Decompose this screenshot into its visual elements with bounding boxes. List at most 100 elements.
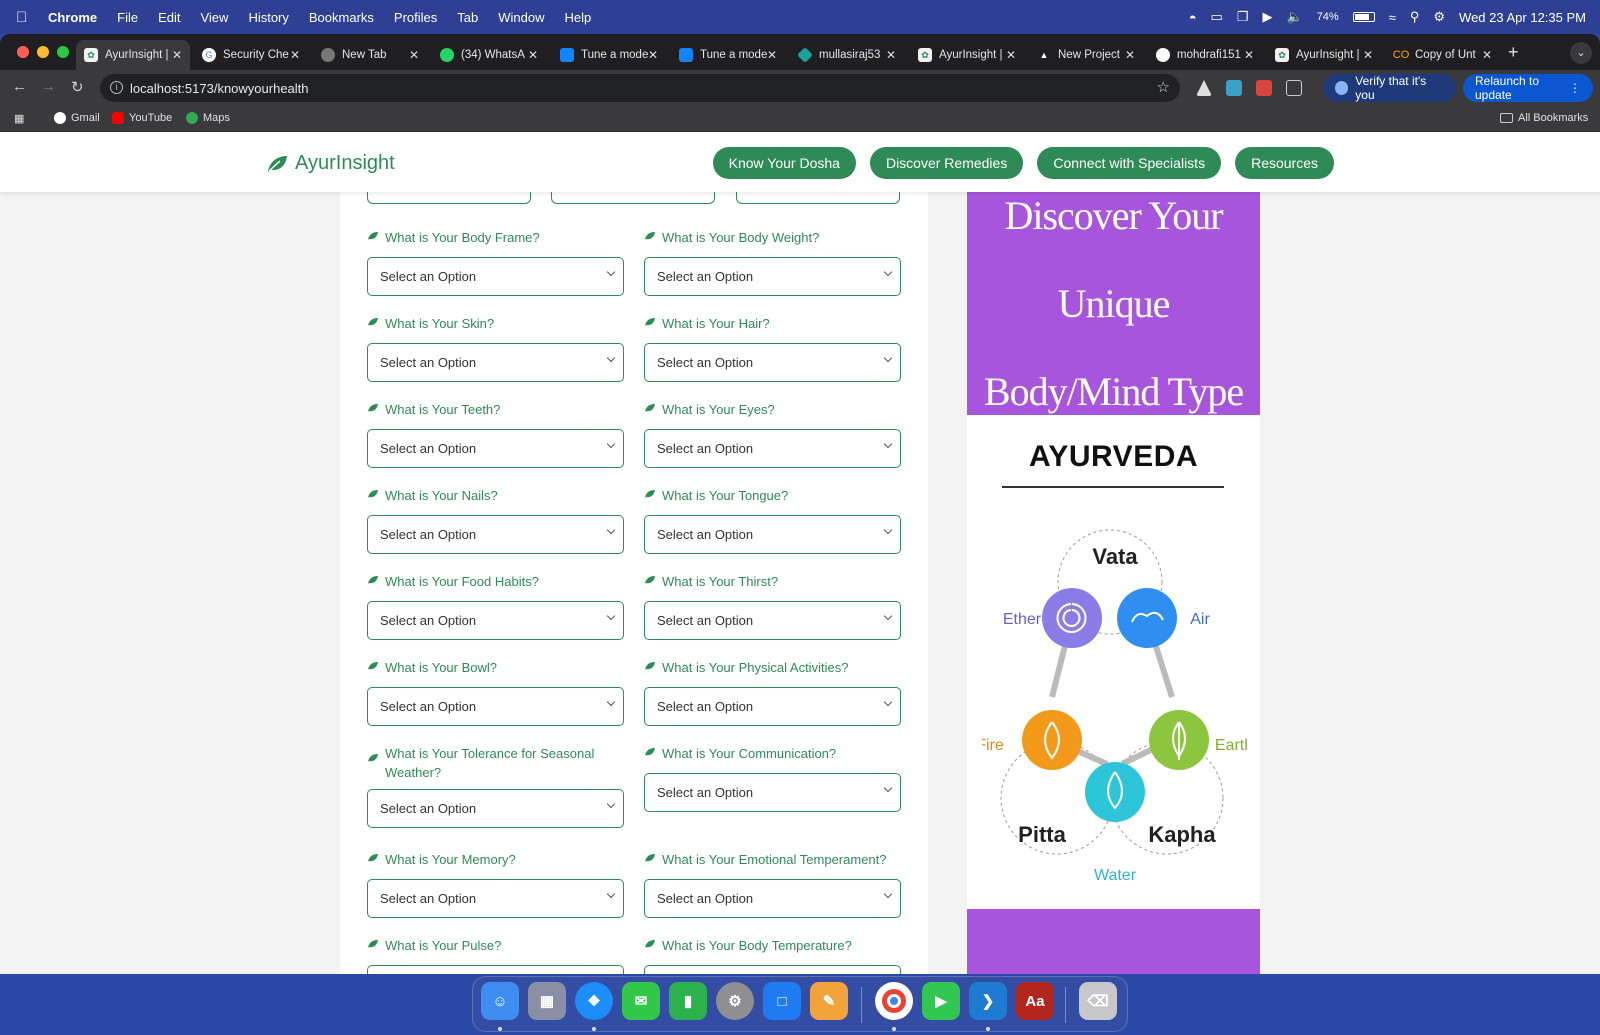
menu-window[interactable]: Window [498, 10, 544, 25]
answer-select[interactable]: Select an Option [367, 789, 624, 828]
pages-icon[interactable]: ✎ [810, 982, 848, 1020]
answer-select[interactable]: Select an Option [367, 687, 624, 726]
system-settings-icon[interactable]: ⚙ [716, 982, 754, 1020]
bookmark-gmail[interactable]: Gmail [54, 112, 100, 124]
know-your-dosha-button[interactable]: Know Your Dosha [712, 147, 856, 179]
battery-icon[interactable] [1352, 12, 1375, 22]
answer-select[interactable]: Select an Option [367, 601, 624, 640]
answer-select[interactable]: Select an Option [644, 879, 901, 918]
all-bookmarks-folder[interactable]: All Bookmarks [1500, 112, 1588, 124]
menu-profiles[interactable]: Profiles [394, 10, 437, 25]
display-status-icon[interactable]: ▭ [1211, 9, 1223, 25]
answer-select[interactable]: Select an Option [644, 773, 901, 812]
menu-view[interactable]: View [200, 10, 228, 25]
menubar-datetime[interactable]: Wed 23 Apr 12:35 PM [1459, 10, 1586, 25]
relaunch-to-update-button[interactable]: Relaunch to update ⋮ [1463, 74, 1593, 102]
answer-select[interactable]: Select an Option [367, 879, 624, 918]
dictionary-icon[interactable]: Aa [1016, 982, 1054, 1020]
close-window-button[interactable] [17, 46, 29, 58]
keynote-icon[interactable]: □ [763, 982, 801, 1020]
answer-select[interactable]: Select an Option [644, 687, 901, 726]
spotlight-search-icon[interactable]: ⚲ [1410, 9, 1420, 25]
bookmark-youtube[interactable]: YouTube [112, 112, 172, 124]
control-center-icon[interactable]: ⚙ [1433, 9, 1445, 25]
menu-app-name[interactable]: Chrome [48, 10, 97, 25]
answer-select[interactable]: Select an Option [644, 515, 901, 554]
browser-tab[interactable]: ✿ AyurInsight | ✕ [76, 40, 190, 70]
menu-edit[interactable]: Edit [158, 10, 180, 25]
screen-mirror-icon[interactable]: ❐ [1237, 9, 1249, 25]
play-status-icon[interactable]: ▶ [1263, 9, 1273, 25]
answer-select[interactable]: Select an Option [644, 343, 901, 382]
tab-search-chevron-icon[interactable]: ⌄ [1570, 42, 1592, 64]
browser-tab[interactable]: mohdrafi151 ✕ [1148, 40, 1262, 70]
answer-select[interactable]: Select an Option [644, 429, 901, 468]
answer-select[interactable]: Select an Option [644, 601, 901, 640]
close-tab-icon[interactable]: ✕ [1363, 48, 1373, 62]
menu-help[interactable]: Help [565, 10, 592, 25]
minimize-window-button[interactable] [37, 46, 49, 58]
close-tab-icon[interactable]: ✕ [290, 48, 300, 62]
browser-tab[interactable]: New Tab ✕ [313, 40, 427, 70]
apps-grid-icon[interactable]: ▦ [14, 112, 24, 125]
close-tab-icon[interactable]: ✕ [528, 48, 538, 62]
facetime-icon[interactable]: ▶ [922, 982, 960, 1020]
safari-icon[interactable]: ❖ [575, 982, 613, 1020]
menu-file[interactable]: File [117, 10, 138, 25]
close-tab-icon[interactable]: ✕ [1125, 48, 1135, 62]
browser-tab[interactable]: ▲ New Project ✕ [1029, 40, 1143, 70]
browser-tab[interactable]: ✿ AyurInsight | ✕ [910, 40, 1024, 70]
browser-tab[interactable]: G Security Che ✕ [194, 40, 308, 70]
bookmark-star-icon[interactable]: ☆ [1157, 78, 1170, 96]
menu-tab[interactable]: Tab [457, 10, 478, 25]
close-tab-icon[interactable]: ✕ [648, 48, 658, 62]
connect-specialists-button[interactable]: Connect with Specialists [1037, 147, 1222, 179]
resources-button[interactable]: Resources [1235, 147, 1334, 179]
reload-icon[interactable]: ↻ [71, 78, 84, 96]
answer-select[interactable]: Select an Option [367, 343, 624, 382]
browser-tab[interactable]: Tune a mode ✕ [552, 40, 666, 70]
site-logo[interactable]: AyurInsight [266, 152, 395, 175]
site-info-icon[interactable]: i [110, 81, 123, 94]
new-tab-icon[interactable]: + [1508, 42, 1519, 63]
vscode-icon[interactable]: ❯ [969, 982, 1007, 1020]
extension-icon[interactable] [1226, 80, 1242, 96]
close-tab-icon[interactable]: ✕ [767, 48, 777, 62]
answer-select[interactable]: Select an Option [644, 965, 901, 974]
browser-tab[interactable]: CO Copy of Unt ✕ [1386, 40, 1500, 70]
finder-icon[interactable]: ☺ [481, 982, 519, 1020]
close-tab-icon[interactable]: ✕ [1244, 48, 1254, 62]
answer-select[interactable]: Select an Option [367, 515, 624, 554]
launchpad-icon[interactable]: ▦ [528, 982, 566, 1020]
zoom-window-button[interactable] [57, 46, 69, 58]
close-tab-icon[interactable]: ✕ [1482, 48, 1492, 62]
menu-bookmarks[interactable]: Bookmarks [309, 10, 374, 25]
back-arrow-icon[interactable]: ← [12, 78, 27, 95]
close-tab-icon[interactable]: ✕ [172, 48, 182, 62]
discover-remedies-button[interactable]: Discover Remedies [869, 147, 1024, 179]
forward-arrow-icon[interactable]: → [41, 78, 56, 95]
extension-icon[interactable] [1256, 80, 1272, 96]
close-tab-icon[interactable]: ✕ [409, 48, 419, 62]
browser-tab[interactable]: (34) WhatsA ✕ [432, 40, 546, 70]
more-menu-icon[interactable]: ⋮ [1569, 81, 1581, 95]
warning-extension-icon[interactable] [1196, 80, 1212, 96]
address-bar[interactable]: i localhost:5173/knowyourhealth ☆ [100, 74, 1180, 102]
menu-history[interactable]: History [248, 10, 288, 25]
answer-select[interactable]: Select an Option [367, 965, 624, 974]
numbers-icon[interactable]: ▮ [669, 982, 707, 1020]
close-tab-icon[interactable]: ✕ [1006, 48, 1016, 62]
bookmark-maps[interactable]: Maps [186, 112, 230, 124]
layers-status-icon[interactable]: ◓ [1189, 10, 1197, 25]
wifi-icon[interactable]: ≈ [1389, 10, 1396, 25]
extensions-puzzle-icon[interactable] [1286, 80, 1302, 96]
answer-select[interactable]: Select an Option [644, 257, 901, 296]
verify-identity-button[interactable]: Verify that it's you [1323, 74, 1456, 102]
answer-select[interactable]: Select an Option [367, 257, 624, 296]
browser-tab[interactable]: ✿ AyurInsight | ✕ [1267, 40, 1381, 70]
chrome-icon[interactable] [875, 982, 913, 1020]
close-tab-icon[interactable]: ✕ [886, 48, 896, 62]
answer-select[interactable]: Select an Option [367, 429, 624, 468]
browser-tab[interactable]: Tune a mode ✕ [671, 40, 785, 70]
trash-icon[interactable]: ⌫ [1079, 982, 1117, 1020]
